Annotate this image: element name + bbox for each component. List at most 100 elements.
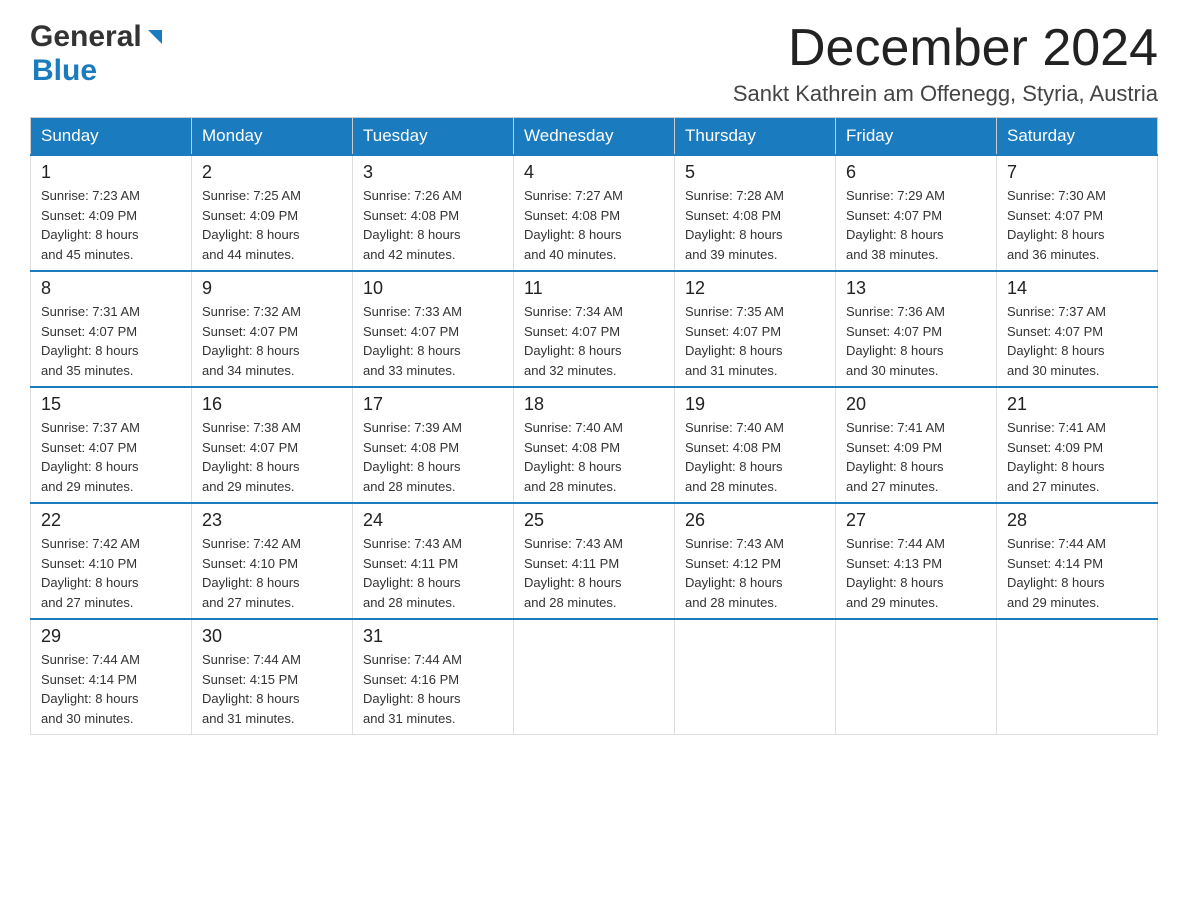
day-number: 28 [1007,510,1147,531]
calendar-cell: 10 Sunrise: 7:33 AMSunset: 4:07 PMDaylig… [353,271,514,387]
day-info: Sunrise: 7:44 AMSunset: 4:13 PMDaylight:… [846,536,945,610]
week-row-5: 29 Sunrise: 7:44 AMSunset: 4:14 PMDaylig… [31,619,1158,735]
day-info: Sunrise: 7:44 AMSunset: 4:15 PMDaylight:… [202,652,301,726]
day-info: Sunrise: 7:42 AMSunset: 4:10 PMDaylight:… [202,536,301,610]
day-number: 17 [363,394,503,415]
calendar-cell [675,619,836,735]
day-number: 9 [202,278,342,299]
day-number: 12 [685,278,825,299]
day-info: Sunrise: 7:32 AMSunset: 4:07 PMDaylight:… [202,304,301,378]
calendar-cell: 15 Sunrise: 7:37 AMSunset: 4:07 PMDaylig… [31,387,192,503]
day-info: Sunrise: 7:42 AMSunset: 4:10 PMDaylight:… [41,536,140,610]
day-info: Sunrise: 7:34 AMSunset: 4:07 PMDaylight:… [524,304,623,378]
day-info: Sunrise: 7:27 AMSunset: 4:08 PMDaylight:… [524,188,623,262]
day-info: Sunrise: 7:44 AMSunset: 4:14 PMDaylight:… [41,652,140,726]
logo: General Blue [30,20,166,88]
day-info: Sunrise: 7:43 AMSunset: 4:12 PMDaylight:… [685,536,784,610]
logo-arrow-icon [144,26,166,48]
day-number: 21 [1007,394,1147,415]
day-info: Sunrise: 7:38 AMSunset: 4:07 PMDaylight:… [202,420,301,494]
calendar-table: SundayMondayTuesdayWednesdayThursdayFrid… [30,117,1158,735]
day-info: Sunrise: 7:44 AMSunset: 4:14 PMDaylight:… [1007,536,1106,610]
weekday-header-monday: Monday [192,118,353,156]
day-number: 25 [524,510,664,531]
day-number: 20 [846,394,986,415]
logo-blue-text: Blue [32,54,97,88]
day-number: 31 [363,626,503,647]
calendar-cell: 16 Sunrise: 7:38 AMSunset: 4:07 PMDaylig… [192,387,353,503]
calendar-cell: 29 Sunrise: 7:44 AMSunset: 4:14 PMDaylig… [31,619,192,735]
page-header: General Blue December 2024 Sankt Kathrei… [30,20,1158,107]
day-number: 6 [846,162,986,183]
day-number: 13 [846,278,986,299]
calendar-cell: 11 Sunrise: 7:34 AMSunset: 4:07 PMDaylig… [514,271,675,387]
day-info: Sunrise: 7:36 AMSunset: 4:07 PMDaylight:… [846,304,945,378]
week-row-3: 15 Sunrise: 7:37 AMSunset: 4:07 PMDaylig… [31,387,1158,503]
week-row-2: 8 Sunrise: 7:31 AMSunset: 4:07 PMDayligh… [31,271,1158,387]
day-info: Sunrise: 7:31 AMSunset: 4:07 PMDaylight:… [41,304,140,378]
day-number: 15 [41,394,181,415]
day-number: 30 [202,626,342,647]
day-number: 10 [363,278,503,299]
weekday-header-thursday: Thursday [675,118,836,156]
calendar-cell: 13 Sunrise: 7:36 AMSunset: 4:07 PMDaylig… [836,271,997,387]
day-info: Sunrise: 7:44 AMSunset: 4:16 PMDaylight:… [363,652,462,726]
day-number: 26 [685,510,825,531]
calendar-cell: 30 Sunrise: 7:44 AMSunset: 4:15 PMDaylig… [192,619,353,735]
day-number: 3 [363,162,503,183]
day-number: 27 [846,510,986,531]
logo-general-text: General [30,20,142,54]
calendar-cell: 6 Sunrise: 7:29 AMSunset: 4:07 PMDayligh… [836,155,997,271]
day-info: Sunrise: 7:25 AMSunset: 4:09 PMDaylight:… [202,188,301,262]
calendar-cell: 17 Sunrise: 7:39 AMSunset: 4:08 PMDaylig… [353,387,514,503]
calendar-cell [836,619,997,735]
day-number: 16 [202,394,342,415]
day-info: Sunrise: 7:39 AMSunset: 4:08 PMDaylight:… [363,420,462,494]
calendar-cell: 18 Sunrise: 7:40 AMSunset: 4:08 PMDaylig… [514,387,675,503]
day-number: 2 [202,162,342,183]
day-info: Sunrise: 7:26 AMSunset: 4:08 PMDaylight:… [363,188,462,262]
calendar-cell: 14 Sunrise: 7:37 AMSunset: 4:07 PMDaylig… [997,271,1158,387]
calendar-cell: 12 Sunrise: 7:35 AMSunset: 4:07 PMDaylig… [675,271,836,387]
calendar-cell: 22 Sunrise: 7:42 AMSunset: 4:10 PMDaylig… [31,503,192,619]
day-number: 4 [524,162,664,183]
weekday-header-sunday: Sunday [31,118,192,156]
day-info: Sunrise: 7:37 AMSunset: 4:07 PMDaylight:… [41,420,140,494]
week-row-4: 22 Sunrise: 7:42 AMSunset: 4:10 PMDaylig… [31,503,1158,619]
day-info: Sunrise: 7:23 AMSunset: 4:09 PMDaylight:… [41,188,140,262]
calendar-cell [514,619,675,735]
day-number: 22 [41,510,181,531]
calendar-cell: 2 Sunrise: 7:25 AMSunset: 4:09 PMDayligh… [192,155,353,271]
day-number: 23 [202,510,342,531]
location-subtitle: Sankt Kathrein am Offenegg, Styria, Aust… [733,81,1158,107]
day-info: Sunrise: 7:41 AMSunset: 4:09 PMDaylight:… [846,420,945,494]
day-number: 14 [1007,278,1147,299]
day-info: Sunrise: 7:33 AMSunset: 4:07 PMDaylight:… [363,304,462,378]
day-number: 7 [1007,162,1147,183]
calendar-cell: 7 Sunrise: 7:30 AMSunset: 4:07 PMDayligh… [997,155,1158,271]
calendar-cell: 27 Sunrise: 7:44 AMSunset: 4:13 PMDaylig… [836,503,997,619]
day-info: Sunrise: 7:29 AMSunset: 4:07 PMDaylight:… [846,188,945,262]
calendar-cell: 25 Sunrise: 7:43 AMSunset: 4:11 PMDaylig… [514,503,675,619]
calendar-cell: 31 Sunrise: 7:44 AMSunset: 4:16 PMDaylig… [353,619,514,735]
calendar-cell: 1 Sunrise: 7:23 AMSunset: 4:09 PMDayligh… [31,155,192,271]
day-info: Sunrise: 7:35 AMSunset: 4:07 PMDaylight:… [685,304,784,378]
month-year-title: December 2024 [733,20,1158,77]
calendar-cell: 19 Sunrise: 7:40 AMSunset: 4:08 PMDaylig… [675,387,836,503]
day-number: 24 [363,510,503,531]
day-info: Sunrise: 7:43 AMSunset: 4:11 PMDaylight:… [524,536,623,610]
weekday-header-wednesday: Wednesday [514,118,675,156]
calendar-cell: 21 Sunrise: 7:41 AMSunset: 4:09 PMDaylig… [997,387,1158,503]
day-info: Sunrise: 7:37 AMSunset: 4:07 PMDaylight:… [1007,304,1106,378]
calendar-cell: 26 Sunrise: 7:43 AMSunset: 4:12 PMDaylig… [675,503,836,619]
calendar-cell: 28 Sunrise: 7:44 AMSunset: 4:14 PMDaylig… [997,503,1158,619]
calendar-cell: 8 Sunrise: 7:31 AMSunset: 4:07 PMDayligh… [31,271,192,387]
day-info: Sunrise: 7:41 AMSunset: 4:09 PMDaylight:… [1007,420,1106,494]
weekday-header-saturday: Saturday [997,118,1158,156]
day-number: 1 [41,162,181,183]
calendar-cell: 9 Sunrise: 7:32 AMSunset: 4:07 PMDayligh… [192,271,353,387]
calendar-cell: 4 Sunrise: 7:27 AMSunset: 4:08 PMDayligh… [514,155,675,271]
week-row-1: 1 Sunrise: 7:23 AMSunset: 4:09 PMDayligh… [31,155,1158,271]
weekday-header-friday: Friday [836,118,997,156]
calendar-cell: 5 Sunrise: 7:28 AMSunset: 4:08 PMDayligh… [675,155,836,271]
